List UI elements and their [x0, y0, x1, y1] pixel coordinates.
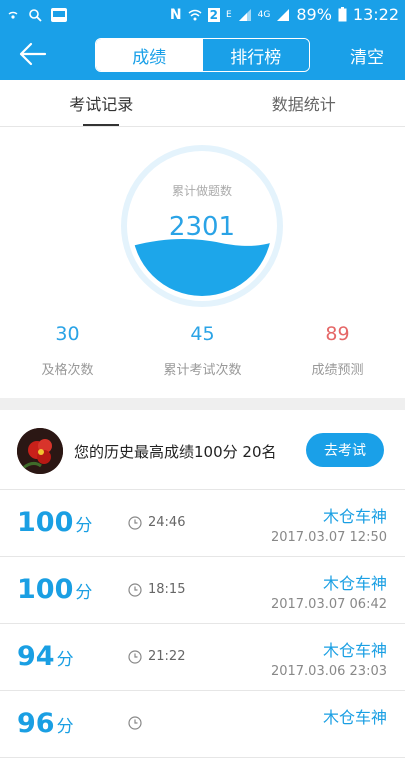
wifi-icon: [188, 8, 202, 22]
score-unit: 分: [57, 650, 74, 670]
battery-icon: [338, 7, 347, 22]
battery-percent: 89%: [296, 5, 332, 24]
stat-value: 45: [135, 323, 270, 345]
circle-value: 2301: [169, 212, 235, 242]
water-wave-gauge: 累计做题数 2301: [121, 145, 283, 307]
section-divider: [0, 398, 405, 410]
stat-exam-count: 45 累计考试次数: [135, 323, 270, 378]
tab-exam-records[interactable]: 考试记录: [0, 80, 203, 126]
table-row[interactable]: 100分 24:46 木仓车神 2017.03.07 12:50: [0, 490, 405, 557]
app-bar: 成绩 排行榜 清空: [0, 29, 405, 80]
stat-value: 30: [0, 323, 135, 345]
clock-icon: [128, 583, 142, 597]
tab-exam-records-label: 考试记录: [69, 91, 133, 115]
record-score: 94分: [17, 641, 74, 672]
duration-text: 21:22: [148, 649, 185, 664]
stat-value: 89: [270, 323, 405, 345]
search-icon: [28, 8, 42, 22]
record-name: 木仓车神: [323, 704, 387, 728]
table-row[interactable]: 96分 木仓车神: [0, 691, 405, 758]
table-row[interactable]: 100分 18:15 木仓车神 2017.03.07 06:42: [0, 557, 405, 624]
stat-label: 及格次数: [0, 359, 135, 378]
stat-label: 成绩预测: [270, 359, 405, 378]
record-duration: 24:46: [128, 515, 185, 530]
tab-indicator: [83, 124, 119, 126]
record-duration: 21:22: [128, 649, 185, 664]
signal-icon: [238, 8, 252, 22]
app-notification-icon: [50, 7, 68, 23]
record-name: 木仓车神: [323, 637, 387, 661]
signal-2-icon: [276, 8, 290, 22]
clock-icon: [128, 650, 142, 664]
score-unit: 分: [75, 583, 92, 603]
score-value: 100: [17, 574, 73, 605]
score-value: 96: [17, 708, 55, 739]
score-value: 100: [17, 507, 73, 538]
stat-score-prediction: 89 成绩预测: [270, 323, 405, 378]
avatar: [17, 428, 63, 474]
clock-icon: [128, 516, 142, 530]
record-score: 100分: [17, 574, 92, 605]
stat-label: 累计考试次数: [135, 359, 270, 378]
stat-row: 30 及格次数 45 累计考试次数 89 成绩预测: [0, 323, 405, 378]
record-duration: 18:15: [128, 582, 185, 597]
clear-button[interactable]: 清空: [350, 43, 384, 68]
circle-label: 累计做题数: [172, 183, 232, 198]
best-score-text: 您的历史最高成绩100分 20名: [74, 441, 277, 462]
score-unit: 分: [75, 516, 92, 536]
network-type: 4G: [258, 10, 271, 20]
record-duration: [128, 716, 148, 730]
record-score: 96分: [17, 708, 74, 739]
duration-text: 18:15: [148, 582, 185, 597]
record-score: 100分: [17, 507, 92, 538]
score-unit: 分: [57, 717, 74, 737]
take-exam-button[interactable]: 去考试: [306, 433, 384, 467]
record-date: 2017.03.07 12:50: [271, 530, 387, 545]
sim-badge: 2: [208, 8, 220, 22]
record-date: 2017.03.06 23:03: [271, 664, 387, 679]
best-score-row: 您的历史最高成绩100分 20名 去考试: [0, 410, 405, 490]
segment-ranking[interactable]: 排行榜: [203, 39, 310, 71]
stat-pass-count: 30 及格次数: [0, 323, 135, 378]
flower-image: [17, 428, 63, 474]
tab-bar: 考试记录 数据统计: [0, 80, 405, 127]
record-name: 木仓车神: [323, 570, 387, 594]
tab-data-stats[interactable]: 数据统计: [203, 80, 405, 126]
segment-control: 成绩 排行榜: [95, 38, 310, 72]
clock-time: 13:22: [353, 5, 399, 24]
wireless-icon: [6, 8, 20, 22]
table-row[interactable]: 94分 21:22 木仓车神 2017.03.06 23:03: [0, 624, 405, 691]
back-arrow-icon[interactable]: [18, 41, 48, 67]
stats-panel: 累计做题数 2301 30 及格次数 45 累计考试次数 89 成绩预测: [0, 127, 405, 398]
record-name: 木仓车神: [323, 503, 387, 527]
status-left-icons: [6, 7, 68, 23]
score-value: 94: [17, 641, 55, 672]
record-date: 2017.03.07 06:42: [271, 597, 387, 612]
nfc-icon: N: [170, 7, 182, 23]
duration-text: 24:46: [148, 515, 185, 530]
segment-scores[interactable]: 成绩: [96, 39, 203, 71]
status-right-icons: N 2 E 4G 89% 13:22: [170, 5, 399, 24]
exam-records-list: 100分 24:46 木仓车神 2017.03.07 12:50 100分 18…: [0, 490, 405, 758]
progress-circle: 累计做题数 2301: [121, 145, 283, 307]
clock-icon: [128, 716, 142, 730]
tab-data-stats-label: 数据统计: [272, 91, 336, 115]
status-bar: N 2 E 4G 89% 13:22: [0, 0, 405, 29]
network-e: E: [226, 10, 232, 20]
